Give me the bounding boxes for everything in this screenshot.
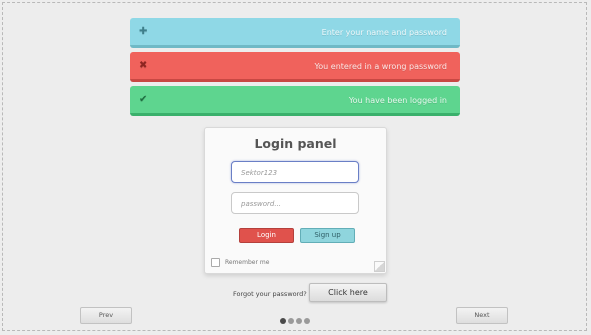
forgot-password-text: Forgot your password? (233, 290, 307, 298)
password-input[interactable]: password... (231, 192, 359, 214)
info-banner: ✚ Enter your name and password (130, 18, 460, 48)
close-icon: ✖ (139, 60, 148, 71)
error-banner-message: You entered in a wrong password (314, 62, 447, 71)
plus-icon: ✚ (139, 26, 148, 37)
pagination-dot[interactable] (288, 318, 294, 324)
remember-me-checkbox[interactable] (211, 258, 220, 267)
username-input[interactable]: Sektor123 (231, 161, 359, 183)
success-banner: ✔ You have been logged in (130, 86, 460, 116)
check-icon: ✔ (139, 94, 148, 105)
success-banner-message: You have been logged in (348, 96, 447, 105)
panel-title: Login panel (254, 136, 337, 151)
signup-button[interactable]: Sign up (300, 228, 355, 243)
pagination-dot[interactable] (280, 318, 286, 324)
info-banner-message: Enter your name and password (321, 28, 447, 37)
login-panel: Login panel Sektor123 password... Login … (204, 127, 387, 274)
prev-button[interactable]: Prev (80, 307, 132, 324)
click-here-button[interactable]: Click here (309, 283, 387, 302)
error-banner: ✖ You entered in a wrong password (130, 52, 460, 82)
remember-me-label: Remember me (225, 259, 270, 266)
pagination-dot[interactable] (296, 318, 302, 324)
login-button[interactable]: Login (239, 228, 294, 243)
pagination-dot[interactable] (304, 318, 310, 324)
next-button[interactable]: Next (456, 307, 508, 324)
page-fold-corner (374, 261, 385, 272)
